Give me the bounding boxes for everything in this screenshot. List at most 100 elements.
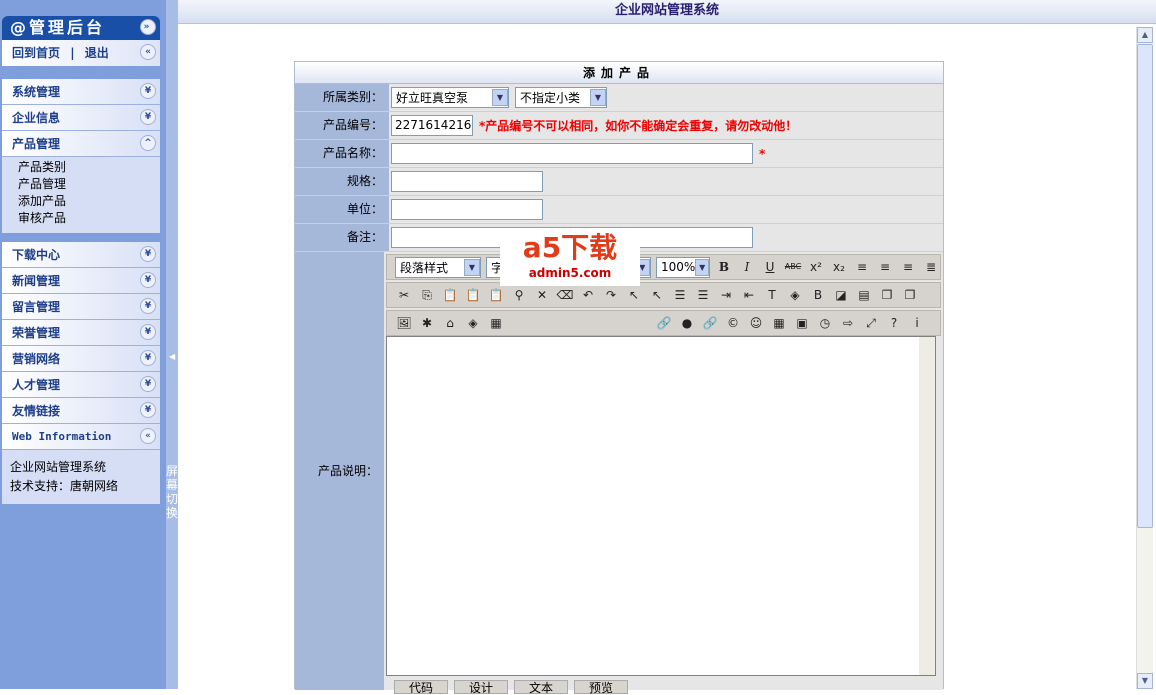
tab-design[interactable]: 设计 [454, 680, 509, 695]
chevron-down-icon[interactable]: ¥ [140, 298, 156, 314]
redo-icon[interactable]: ↷ [602, 286, 620, 304]
help-icon[interactable]: ? [885, 314, 903, 332]
menu-system[interactable]: 系统管理 ¥ [2, 79, 160, 105]
undo-icon[interactable]: ↶ [579, 286, 597, 304]
outdent-icon[interactable]: ⇤ [740, 286, 758, 304]
unlink-icon[interactable]: 🔗 [701, 314, 719, 332]
excel-icon[interactable]: ▦ [770, 314, 788, 332]
superscript-icon[interactable]: x² [807, 258, 825, 276]
collapse-icon[interactable]: « [140, 428, 156, 444]
chevron-down-icon[interactable]: ¥ [140, 272, 156, 288]
menu-hr[interactable]: 人才管理 ¥ [2, 372, 160, 398]
find-icon[interactable]: ⚲ [510, 286, 528, 304]
layer2-icon[interactable]: ❐ [901, 286, 919, 304]
cut-icon[interactable]: ✂ [395, 286, 413, 304]
product-code-input[interactable]: 2271614216 [391, 115, 473, 136]
remove-format-icon[interactable]: ◪ [832, 286, 850, 304]
chevron-down-icon[interactable]: » [140, 19, 156, 35]
eraser-icon[interactable]: ⌫ [556, 286, 574, 304]
menu-guestbook[interactable]: 留言管理 ¥ [2, 294, 160, 320]
editor-scrollbar[interactable] [919, 337, 935, 675]
link-icon[interactable]: 🔗 [655, 314, 673, 332]
submenu-item[interactable]: 产品类别 [18, 159, 160, 176]
align-left-icon[interactable]: ≡ [853, 258, 871, 276]
unordered-list-icon[interactable]: ☰ [694, 286, 712, 304]
scrollbar[interactable]: ▲ ▼ [1136, 27, 1153, 689]
chevron-up-icon[interactable]: ^ [140, 135, 156, 151]
anchor-icon[interactable]: ● [678, 314, 696, 332]
menu-product[interactable]: 产品管理 ^ [2, 131, 160, 157]
spec-input[interactable] [391, 171, 543, 192]
scroll-down-icon[interactable]: ▼ [1137, 673, 1153, 689]
menu-download[interactable]: 下载中心 ¥ [2, 242, 160, 268]
menu-honor[interactable]: 荣誉管理 ¥ [2, 320, 160, 346]
tab-code[interactable]: 代码 [394, 680, 449, 695]
select-all-icon[interactable]: ↖ [625, 286, 643, 304]
fullscreen-icon[interactable]: ⤢ [862, 314, 880, 332]
submenu-item[interactable]: 添加产品 [18, 193, 160, 210]
media-icon[interactable]: ⌂ [441, 314, 459, 332]
subscript-icon[interactable]: x₂ [830, 258, 848, 276]
logout-link[interactable]: 退出 [85, 46, 109, 60]
arrow-left-icon[interactable]: ◀ [169, 352, 175, 361]
home-link[interactable]: 回到首页 [12, 46, 60, 60]
chevron-down-icon[interactable]: ¥ [140, 402, 156, 418]
product-name-input[interactable] [391, 143, 753, 164]
subcategory-select[interactable]: 不指定小类 ▼ [515, 87, 607, 108]
chevron-down-icon[interactable]: ¥ [140, 350, 156, 366]
paste-text-icon[interactable]: 📋 [464, 286, 482, 304]
bg-color-icon[interactable]: ◈ [786, 286, 804, 304]
chevron-down-icon[interactable]: ¥ [140, 376, 156, 392]
flash-icon[interactable]: ✱ [418, 314, 436, 332]
zoom-select[interactable]: 100% ▼ [656, 256, 710, 278]
about-icon[interactable]: i [908, 314, 926, 332]
strikethrough-icon[interactable]: ABC [784, 258, 802, 276]
screen-toggle[interactable]: ◀ 屏幕切换 [166, 0, 178, 689]
underline-icon[interactable]: U [761, 258, 779, 276]
text-color-icon[interactable]: T [763, 286, 781, 304]
menu-company[interactable]: 企业信息 ¥ [2, 105, 160, 131]
scroll-up-icon[interactable]: ▲ [1137, 27, 1153, 43]
chevron-down-icon[interactable]: ¥ [140, 324, 156, 340]
copyright-icon[interactable]: © [724, 314, 742, 332]
paste-icon[interactable]: 📋 [441, 286, 459, 304]
editor-content-area[interactable] [386, 336, 936, 676]
scroll-thumb[interactable] [1137, 44, 1153, 528]
chevron-down-icon[interactable]: ¥ [140, 109, 156, 125]
menu-marketing[interactable]: 营销网络 ¥ [2, 346, 160, 372]
delete-icon[interactable]: ✕ [533, 286, 551, 304]
emoticon-icon[interactable]: ☺ [747, 314, 765, 332]
bold-icon[interactable]: B [715, 258, 733, 276]
unit-input[interactable] [391, 199, 543, 220]
paste-word-icon[interactable]: 📋 [487, 286, 505, 304]
submenu-item[interactable]: 审核产品 [18, 210, 160, 227]
highlight-icon[interactable]: B [809, 286, 827, 304]
layer-icon[interactable]: ❐ [878, 286, 896, 304]
image-icon[interactable]: 🖼 [395, 314, 413, 332]
submenu-item[interactable]: 产品管理 [18, 176, 160, 193]
collapse-icon[interactable]: « [140, 44, 156, 60]
align-right-icon[interactable]: ≡ [899, 258, 917, 276]
align-center-icon[interactable]: ≡ [876, 258, 894, 276]
tab-preview[interactable]: 预览 [574, 680, 629, 695]
menu-news[interactable]: 新闻管理 ¥ [2, 268, 160, 294]
menu-links[interactable]: 友情链接 ¥ [2, 398, 160, 424]
category-select[interactable]: 好立旺真空泵 ▼ [391, 87, 509, 108]
deselect-icon[interactable]: ↖ [648, 286, 666, 304]
menu-web-info[interactable]: Web Information « [2, 424, 160, 450]
time-icon[interactable]: ◷ [816, 314, 834, 332]
copy-icon[interactable]: ⎘ [418, 286, 436, 304]
date-icon[interactable]: ▣ [793, 314, 811, 332]
upload-icon[interactable]: ◈ [464, 314, 482, 332]
table-icon[interactable]: ▦ [487, 314, 505, 332]
page-break-icon[interactable]: ⇨ [839, 314, 857, 332]
chevron-down-icon[interactable]: ¥ [140, 246, 156, 262]
chevron-down-icon[interactable]: ¥ [140, 83, 156, 99]
justify-icon[interactable]: ≣ [922, 258, 940, 276]
tab-text[interactable]: 文本 [514, 680, 569, 695]
ordered-list-icon[interactable]: ☰ [671, 286, 689, 304]
paragraph-select[interactable]: 段落样式 ▼ [395, 256, 481, 278]
italic-icon[interactable]: I [738, 258, 756, 276]
paragraph-icon[interactable]: ▤ [855, 286, 873, 304]
indent-icon[interactable]: ⇥ [717, 286, 735, 304]
